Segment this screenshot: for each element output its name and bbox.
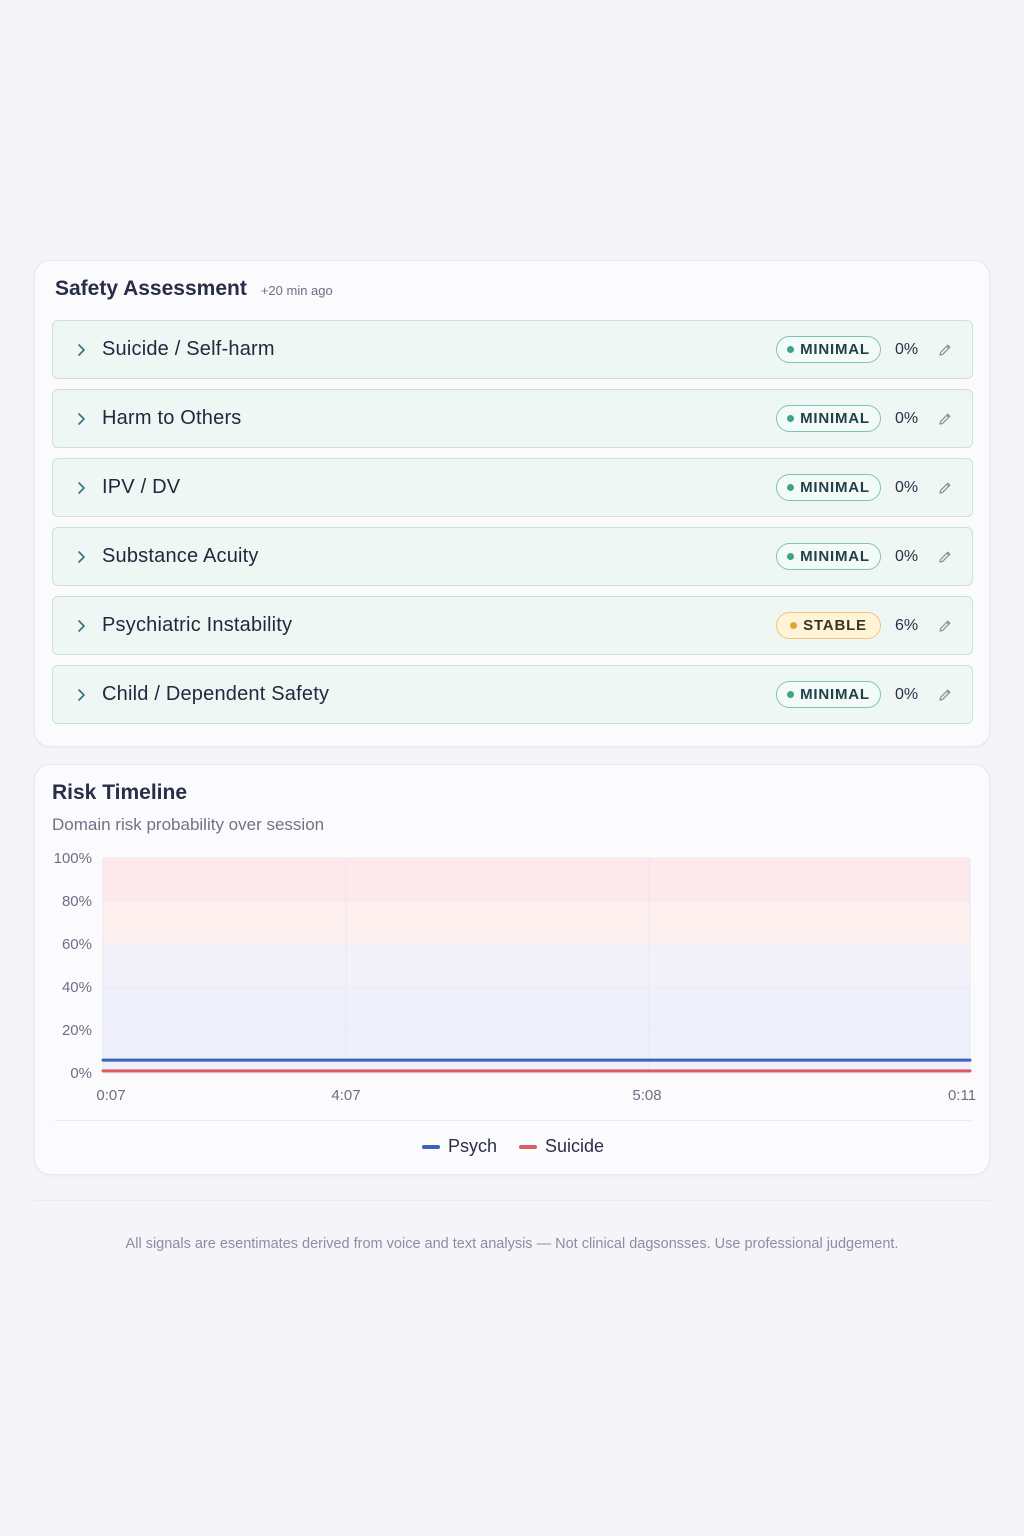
risk-percentage: 0%: [895, 685, 919, 703]
status-badge: MINIMAL: [776, 405, 881, 432]
risk-timeline-card: Risk Timeline Domain risk probability ov…: [34, 764, 990, 1175]
footer-divider: [34, 1200, 990, 1201]
legend-divider: [55, 1120, 971, 1121]
chevron-right-icon[interactable]: [75, 412, 87, 426]
pencil-icon[interactable]: [937, 549, 953, 565]
risk-row-label: Psychiatric Instability: [102, 614, 293, 636]
y-tick-label: 40%: [62, 979, 92, 996]
pencil-icon[interactable]: [937, 342, 953, 358]
chevron-right-icon[interactable]: [75, 550, 87, 564]
legend-swatch: [421, 1144, 440, 1149]
status-dot-icon: [787, 484, 795, 491]
risk-timeline-chart: 100% 80% 60% 40% 20% 0%0:07 4:07 5:08 0:11: [54, 850, 976, 1104]
risk-row-ipv-dv[interactable]: IPV / DV MINIMAL 0%: [52, 458, 973, 517]
legend-swatch: [518, 1144, 537, 1149]
risk-row-label: Harm to Others: [102, 407, 242, 429]
x-tick-label: 5:08: [632, 1087, 661, 1104]
x-tick-label: 4:07: [331, 1087, 360, 1104]
y-tick-label: 20%: [62, 1022, 92, 1039]
safety-header: Safety Assessment +20 min ago: [55, 277, 333, 301]
legend-item-psych: Psych: [421, 1136, 497, 1157]
y-tick-label: 0%: [70, 1065, 92, 1082]
pencil-icon[interactable]: [937, 687, 953, 703]
safety-updated-time: +20 min ago: [260, 283, 333, 298]
status-dot-icon: [787, 553, 795, 560]
status-dot-icon: [787, 415, 795, 422]
risk-row-suicide-self-harm[interactable]: Suicide / Self-harm MINIMAL 0%: [52, 320, 973, 379]
status-badge-label: STABLE: [803, 617, 867, 634]
y-tick-label: 100%: [54, 850, 92, 867]
status-badge: MINIMAL: [776, 543, 881, 570]
risk-row-harm-to-others[interactable]: Harm to Others MINIMAL 0%: [52, 389, 973, 448]
status-badge: MINIMAL: [776, 681, 881, 708]
risk-percentage: 0%: [895, 340, 919, 358]
status-dot-icon: [787, 346, 795, 353]
risk-percentage: 6%: [895, 616, 919, 634]
x-tick-label: 0:07: [96, 1087, 125, 1104]
safety-assessment-card: Safety Assessment +20 min ago Suicide / …: [34, 260, 990, 747]
pencil-icon[interactable]: [937, 480, 953, 496]
status-badge-label: MINIMAL: [800, 686, 870, 703]
risk-band-0: [103, 858, 970, 901]
pencil-icon[interactable]: [937, 411, 953, 427]
pencil-icon[interactable]: [937, 618, 953, 634]
risk-row-label: Child / Dependent Safety: [102, 683, 330, 705]
status-badge: MINIMAL: [776, 474, 881, 501]
legend-item-suicide: Suicide: [518, 1136, 605, 1157]
risk-percentage: 0%: [895, 409, 919, 427]
disclaimer-text: All signals are esentimates derived from…: [125, 1236, 899, 1252]
risk-band-2: [103, 944, 970, 987]
risk-row-substance-acuity[interactable]: Substance Acuity MINIMAL 0%: [52, 527, 973, 586]
status-dot-icon: [787, 691, 795, 698]
risk-percentage: 0%: [895, 547, 919, 565]
risk-percentage: 0%: [895, 478, 919, 496]
legend-label: Psych: [447, 1136, 497, 1156]
chart-legend: Psych Suicide: [35, 1136, 991, 1157]
risk-row-psychiatric-instability[interactable]: Psychiatric Instability STABLE 6%: [52, 596, 973, 655]
status-badge: STABLE: [776, 612, 881, 639]
chevron-right-icon[interactable]: [75, 619, 87, 633]
status-badge-label: MINIMAL: [800, 479, 870, 496]
status-badge-label: MINIMAL: [800, 410, 870, 427]
x-tick-label: 0:11: [948, 1087, 976, 1104]
status-badge-label: MINIMAL: [800, 341, 870, 358]
safety-title: Safety Assessment: [55, 277, 247, 300]
status-dot-icon: [790, 622, 798, 629]
chevron-right-icon[interactable]: [75, 688, 87, 702]
chevron-right-icon[interactable]: [75, 481, 87, 495]
risk-row-label: Substance Acuity: [102, 545, 259, 567]
status-badge-label: MINIMAL: [800, 548, 870, 565]
y-tick-label: 80%: [62, 893, 92, 910]
y-tick-label: 60%: [62, 936, 92, 953]
risk-row-label: IPV / DV: [102, 476, 181, 498]
risk-row-label: Suicide / Self-harm: [102, 338, 275, 360]
risk-row-child-dependent-safety[interactable]: Child / Dependent Safety MINIMAL 0%: [52, 665, 973, 724]
legend-label: Suicide: [544, 1136, 605, 1156]
risk-band-1: [103, 901, 970, 944]
risk-domain-list: Suicide / Self-harm MINIMAL 0% Harm to Othe…: [52, 320, 973, 734]
chevron-right-icon[interactable]: [75, 343, 87, 357]
status-badge: MINIMAL: [776, 336, 881, 363]
